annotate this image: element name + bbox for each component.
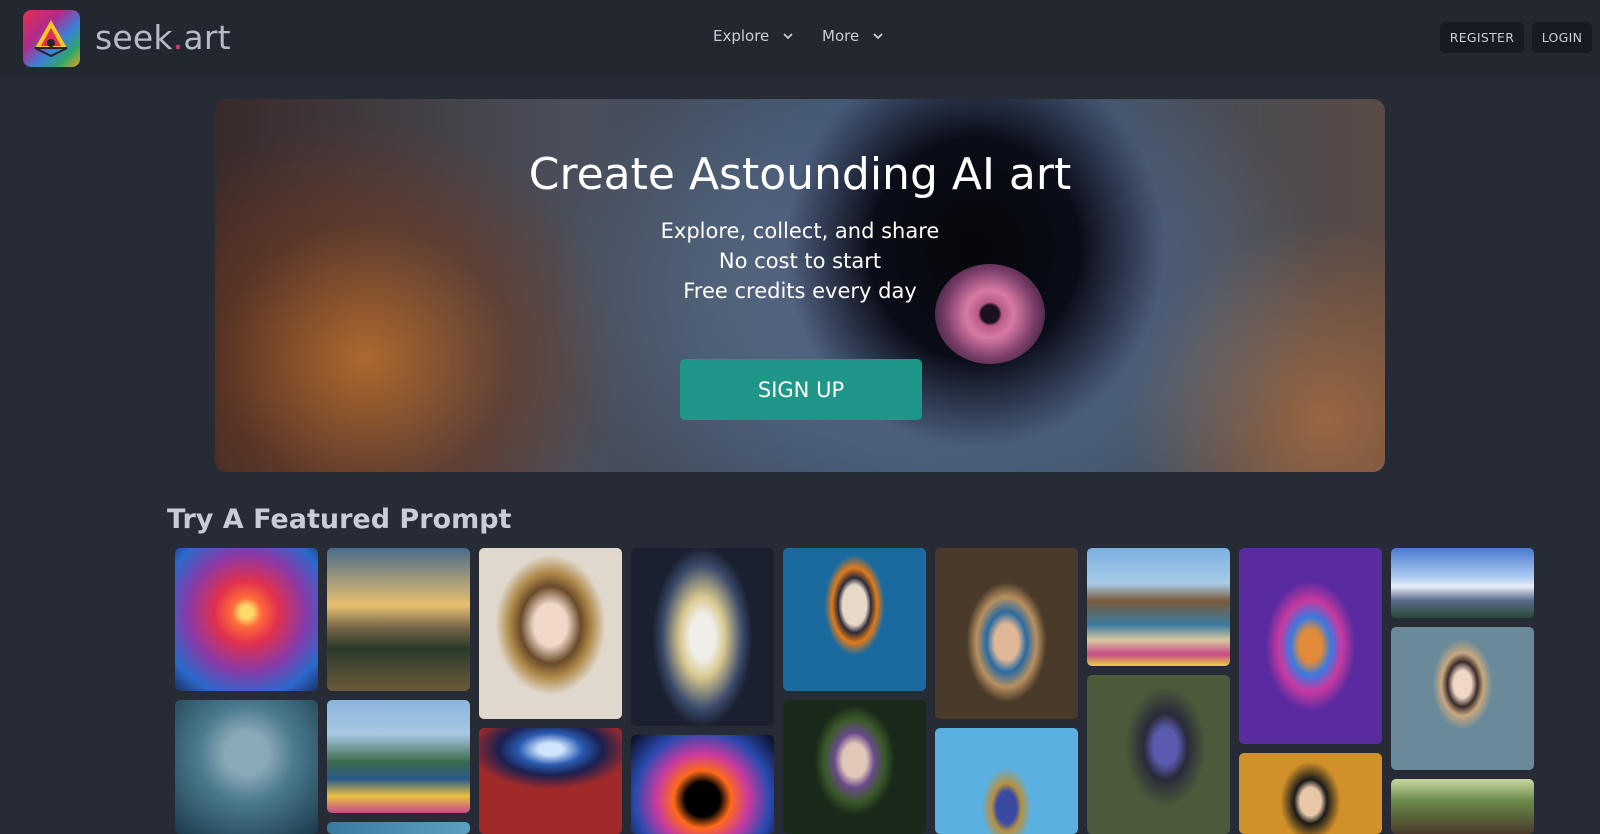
featured-image-snowy-mountains[interactable] (1391, 548, 1534, 618)
seek-art-logo[interactable] (23, 10, 80, 67)
featured-image-coastal-rocks[interactable] (1087, 548, 1230, 666)
chevron-down-icon (783, 33, 793, 40)
featured-image-sunset-astronaut[interactable] (175, 548, 318, 691)
featured-image-bubble-man[interactable] (175, 700, 318, 834)
featured-image-owl[interactable] (935, 728, 1078, 834)
featured-image-cabin[interactable] (1391, 779, 1534, 834)
featured-image-landscape-lake[interactable] (327, 548, 470, 691)
sign-up-button[interactable]: SIGN UP (680, 359, 922, 420)
hero-line-free-credits: Free credits every day (683, 279, 917, 303)
featured-image-anime-woman[interactable] (1391, 627, 1534, 770)
nav-more-label: More (822, 27, 860, 45)
featured-image-portrait-orange-swirl[interactable] (783, 548, 926, 691)
nav-more[interactable]: More (822, 27, 885, 45)
featured-image-crowned-woman[interactable] (935, 548, 1078, 719)
register-button[interactable]: REGISTER (1440, 22, 1524, 53)
featured-image-forest-dryad[interactable] (783, 700, 926, 834)
featured-image-butterfly-girl[interactable] (479, 548, 622, 719)
brand-name[interactable]: seek.art (95, 18, 231, 57)
featured-image-blue-vortex[interactable] (479, 728, 622, 834)
featured-image-short-hair-woman[interactable] (1239, 753, 1382, 834)
hero-line-no-cost: No cost to start (718, 249, 882, 273)
featured-image-fairy-sitting[interactable] (1087, 675, 1230, 834)
featured-image-psychedelic-woman[interactable] (1239, 548, 1382, 744)
featured-image-coastal-cliffs[interactable] (327, 700, 470, 813)
hero-title: Create Astounding AI art (528, 149, 1072, 200)
hero-line-explore: Explore, collect, and share (660, 219, 940, 243)
login-button[interactable]: LOGIN (1532, 22, 1592, 53)
featured-image-fiery-black-hole[interactable] (631, 735, 774, 834)
nav-explore[interactable]: Explore (713, 27, 795, 45)
hero-banner: Create Astounding AI art Explore, collec… (215, 99, 1385, 472)
top-nav-bar: seek.art Explore More REGISTER LOGIN (0, 0, 1600, 76)
featured-prompt-heading: Try A Featured Prompt (167, 504, 512, 535)
nav-explore-label: Explore (713, 27, 770, 45)
featured-image-golden-angel[interactable] (631, 548, 774, 726)
chevron-down-icon (873, 33, 883, 40)
featured-image-coastal-strip[interactable] (327, 822, 470, 834)
